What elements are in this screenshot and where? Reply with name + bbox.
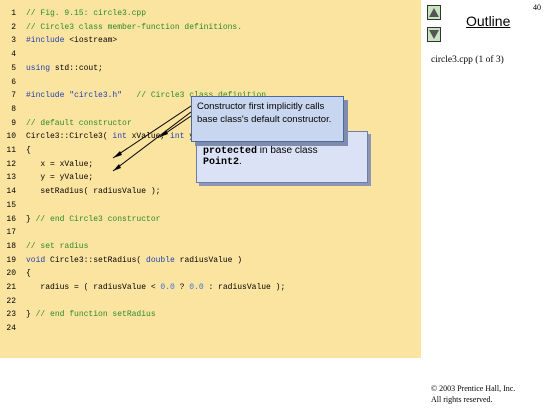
code-line: 19 void Circle3::setRadius( double radius… xyxy=(0,255,421,267)
triangle-up-icon xyxy=(429,8,439,17)
copyright-line-1: © 2003 Prentice Hall, Inc. xyxy=(431,384,516,393)
code-line: 21 radius = ( radiusValue < 0.0 ? 0.0 : … xyxy=(0,282,421,294)
file-label: circle3.cpp (1 of 3) xyxy=(431,55,504,65)
code-line: 14 setRadius( radiusValue ); xyxy=(0,186,421,198)
code-line: 23 } // end function setRadius xyxy=(0,309,421,321)
code-text: x = xValue; xyxy=(26,159,94,169)
code-text: void Circle3::setRadius( double radiusVa… xyxy=(26,255,243,265)
outline-link[interactable]: Outline xyxy=(466,13,510,29)
line-number: 11 xyxy=(6,146,16,155)
code-text: using std::cout; xyxy=(26,63,103,73)
line-number: 21 xyxy=(6,283,16,292)
line-number: 14 xyxy=(6,187,16,197)
code-line: 6 xyxy=(0,77,421,89)
code-text: // set radius xyxy=(26,241,89,251)
code-line: 2 // Circle3 class member-function defini… xyxy=(0,22,421,34)
line-number: 4 xyxy=(11,50,16,60)
line-number: 8 xyxy=(11,104,16,114)
line-number: 20 xyxy=(6,269,16,279)
code-text: setRadius( radiusValue ); xyxy=(26,187,161,197)
line-number: 18 xyxy=(6,241,16,251)
code-text: // default constructor xyxy=(26,118,132,128)
line-number: 15 xyxy=(6,200,16,210)
line-number: 5 xyxy=(11,63,16,73)
code-line: 15 xyxy=(0,200,421,212)
line-number: 23 xyxy=(6,310,16,320)
nav-down-button[interactable] xyxy=(427,27,441,42)
line-number: 9 xyxy=(11,118,16,128)
point2-class-name: Point2 xyxy=(203,157,240,168)
code-line: 16 } // end Circle3 constructor xyxy=(0,214,421,226)
line-number: 17 xyxy=(6,228,16,238)
line-number: 12 xyxy=(6,159,16,169)
code-text: } // end Circle3 constructor xyxy=(26,214,161,224)
line-number: 6 xyxy=(11,77,16,87)
nav-up-button[interactable] xyxy=(427,5,441,20)
code-line: 1 // Fig. 9.15: circle3.cpp xyxy=(0,8,421,20)
line-number: 22 xyxy=(6,296,16,306)
code-text: { xyxy=(26,269,31,279)
callout-back-text-1: in base class xyxy=(257,145,318,156)
code-line: 3 #include <iostream> xyxy=(0,35,421,47)
code-text: // Circle3 class member-function definit… xyxy=(26,22,243,32)
copyright-line-2: All rights reserved. xyxy=(431,395,493,404)
callout-constructor-note: Constructor first implicitly calls base … xyxy=(191,96,344,142)
code-text: // Fig. 9.15: circle3.cpp xyxy=(26,9,147,18)
code-text: y = yValue; xyxy=(26,173,94,183)
copyright-notice: © 2003 Prentice Hall, Inc. All rights re… xyxy=(431,383,515,405)
line-number: 1 xyxy=(11,9,16,18)
line-number: 24 xyxy=(6,324,16,334)
line-number: 7 xyxy=(11,91,16,101)
line-number: 13 xyxy=(6,173,16,183)
line-number: 16 xyxy=(6,214,16,224)
code-line: 22 xyxy=(0,296,421,308)
line-number: 2 xyxy=(11,22,16,32)
code-text: #include <iostream> xyxy=(26,36,118,46)
triangle-down-icon xyxy=(429,30,439,39)
code-line: 4 xyxy=(0,49,421,61)
callout-back-text-2: . xyxy=(239,156,242,167)
line-number: 3 xyxy=(11,36,16,46)
code-line: 20 { xyxy=(0,268,421,280)
page-number: 40 xyxy=(533,3,541,12)
code-text: radius = ( radiusValue < 0.0 ? 0.0 : rad… xyxy=(26,283,286,292)
line-number: 10 xyxy=(6,132,16,142)
code-line: 17 xyxy=(0,227,421,239)
code-line: 18 // set radius xyxy=(0,241,421,253)
code-line: 24 xyxy=(0,323,421,335)
code-text: { xyxy=(26,146,31,155)
code-text: } // end function setRadius xyxy=(26,310,156,320)
code-line: 5 using std::cout; xyxy=(0,63,421,75)
line-number: 19 xyxy=(6,255,16,265)
